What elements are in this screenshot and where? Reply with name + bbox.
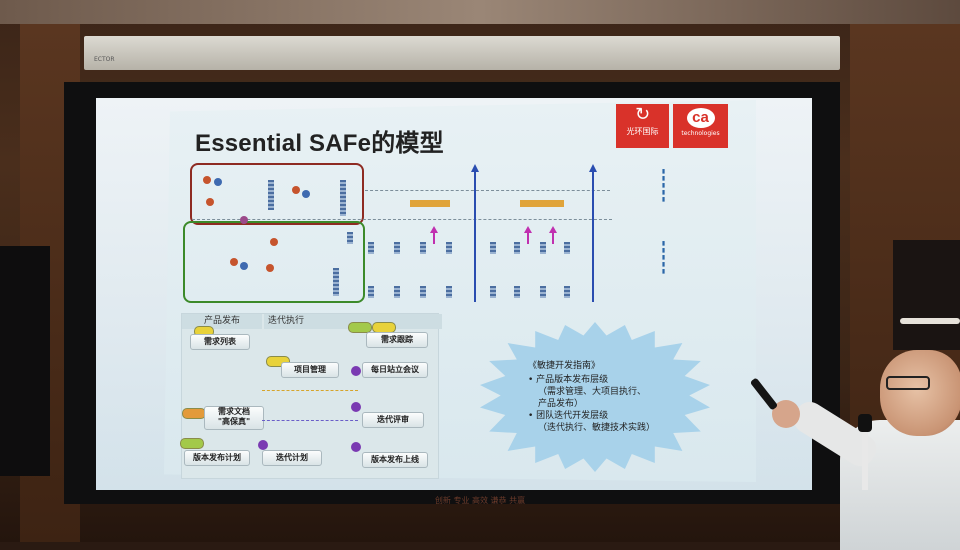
- tag-pill: [180, 438, 204, 449]
- backlog-stack: [347, 232, 353, 244]
- guide-item-2-detail: （迭代执行、敏捷技术实践）: [538, 423, 656, 433]
- iteration-arrow: [527, 232, 529, 244]
- flow-box-label: 每日站立会议: [371, 365, 419, 374]
- flow-box: 版本发布上线: [362, 452, 428, 468]
- microphone-icon: [858, 414, 872, 432]
- story-stack: [564, 286, 570, 298]
- level-label-team: ▮▮▮▮▮: [660, 240, 667, 275]
- person-icon: [270, 238, 278, 246]
- logo-swirl-icon: ↻: [634, 104, 651, 125]
- person-icon: [266, 264, 274, 272]
- logo-ca-subtext: technologies: [681, 130, 720, 137]
- story-stack: [446, 242, 452, 254]
- guide-title: 《敏捷开发指南》: [528, 361, 601, 371]
- process-dot: [351, 402, 361, 412]
- flow-box: 项目管理: [281, 362, 339, 378]
- backlog-stack: [340, 180, 346, 216]
- guide-text: 《敏捷开发指南》 • 产品版本发布层级 （需求管理、大项目执行、产品发布） • …: [528, 360, 656, 434]
- backlog-stack: [268, 180, 274, 210]
- flow-box: 需求列表: [190, 334, 250, 350]
- flow-box: 需求跟踪: [366, 332, 428, 348]
- guide-item-2: • 团队迭代开发层级: [528, 411, 609, 421]
- story-stack: [490, 286, 496, 298]
- story-stack: [420, 242, 426, 254]
- person-icon: [302, 190, 310, 198]
- story-stack: [540, 286, 546, 298]
- guide-item-1-detail: （需求管理、大项目执行、产品发布）: [538, 387, 647, 409]
- flow-box-label: 版本发布上线: [371, 455, 419, 464]
- release-train-arrow: [474, 170, 476, 302]
- flow-box-label: 迭代评审: [377, 415, 409, 424]
- wall-light: [900, 318, 960, 324]
- person-icon: [240, 262, 248, 270]
- person-icon: [230, 258, 238, 266]
- guide-item-2-label: 团队迭代开发层级: [536, 411, 609, 421]
- logo-ca-mark: ca: [686, 108, 715, 128]
- screen-footer-text: 创新 专业 高效 谦恭 共赢: [434, 496, 526, 505]
- guide-item-1-label: 产品版本发布层级: [536, 375, 609, 385]
- glasses-icon: [886, 376, 930, 390]
- story-stack: [514, 242, 520, 254]
- story-stack: [368, 286, 374, 298]
- wall-monitor-right: [893, 240, 960, 350]
- person-icon: [203, 176, 211, 184]
- flow-header-release: 产品发布: [182, 314, 262, 329]
- arrow-up-icon: [549, 226, 557, 233]
- process-dot: [351, 366, 361, 376]
- flow-box-label: 迭代计划: [276, 453, 308, 462]
- person-icon: [292, 186, 300, 194]
- person-icon: [206, 198, 214, 206]
- flow-box: 迭代评审: [362, 412, 424, 428]
- flow-box-label: 需求文档 "高保真": [217, 407, 251, 426]
- story-stack: [394, 242, 400, 254]
- story-stack: [540, 242, 546, 254]
- projector-screen-housing: ECTOR: [84, 36, 840, 70]
- flow-box-label: 需求列表: [204, 337, 236, 346]
- story-stack: [490, 242, 496, 254]
- story-stack: [564, 242, 570, 254]
- person-icon: [240, 216, 248, 224]
- arrow-up-icon: [430, 226, 438, 233]
- iteration-arrow: [433, 232, 435, 244]
- flow-box: 迭代计划: [262, 450, 322, 466]
- level-label-program: ▮▮▮▮▮: [660, 168, 667, 203]
- wall-monitor-left: [0, 246, 50, 476]
- arrow-up-icon: [471, 164, 479, 172]
- flow-connector: [262, 420, 358, 421]
- divider-line-2: [365, 190, 610, 191]
- presenter-head: [880, 350, 960, 436]
- logo-guanghuan-text: 光环国际: [626, 127, 659, 136]
- story-stack: [368, 242, 374, 254]
- backlog-stack: [333, 268, 339, 296]
- slide-title: Essential SAFe的模型: [195, 130, 444, 157]
- tag-pill: [182, 408, 206, 419]
- process-dot: [258, 440, 268, 450]
- flow-box: 版本发布计划: [184, 450, 250, 466]
- flow-connector: [262, 390, 358, 391]
- story-stack: [394, 286, 400, 298]
- release-bar: [520, 200, 564, 207]
- flow-box-label: 需求跟踪: [381, 335, 413, 344]
- logo-ca-technologies: ca technologies: [673, 104, 728, 148]
- iteration-arrow: [552, 232, 554, 244]
- flow-box: 需求文档 "高保真": [204, 406, 264, 430]
- person-icon: [214, 178, 222, 186]
- logo-guanghuan: ↻ 光环国际: [616, 104, 669, 148]
- divider-line-1: [192, 219, 612, 220]
- flow-box-label: 版本发布计划: [193, 453, 241, 462]
- microphone-stand: [862, 430, 868, 490]
- release-bar: [410, 200, 450, 207]
- release-train-arrow: [592, 170, 594, 302]
- process-dot: [351, 442, 361, 452]
- ceiling: [0, 0, 960, 24]
- arrow-up-icon: [589, 164, 597, 172]
- flow-box: 每日站立会议: [362, 362, 428, 378]
- story-stack: [446, 286, 452, 298]
- portfolio-box: [190, 163, 364, 225]
- story-stack: [420, 286, 426, 298]
- arrow-up-icon: [524, 226, 532, 233]
- flow-box-label: 项目管理: [294, 365, 326, 374]
- guide-item-1: • 产品版本发布层级: [528, 375, 609, 385]
- story-stack: [514, 286, 520, 298]
